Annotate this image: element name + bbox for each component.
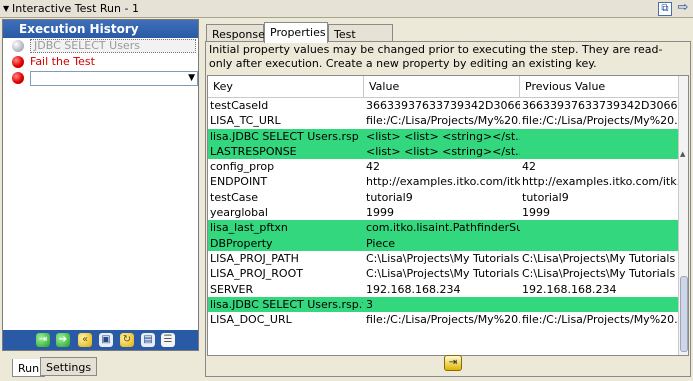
- status-grey-icon: [12, 40, 24, 52]
- properties-icon[interactable]: ☰: [161, 333, 175, 347]
- property-value-cell[interactable]: <list> <list> <string></st...: [364, 144, 520, 159]
- execution-history-header: Execution History: [3, 20, 198, 38]
- execute-arrow-icon[interactable]: ⇥: [444, 355, 462, 371]
- table-row[interactable]: yearglobal 1999 1999: [208, 205, 680, 220]
- table-row[interactable]: LISA_PROJ_ROOT C:\Lisa\Projects\My Tutori…: [208, 266, 680, 281]
- scrollbar-thumb[interactable]: [680, 276, 688, 352]
- tab-settings[interactable]: Settings: [40, 357, 98, 376]
- previous-value-cell[interactable]: C:\Lisa\Projects\My Tutorials: [520, 251, 680, 266]
- scroll-up-icon[interactable]: ▲: [680, 150, 685, 158]
- go-icon[interactable]: ➔: [56, 333, 70, 347]
- table-row[interactable]: ENDPOINT http://examples.itko.com/itk... h…: [208, 174, 680, 189]
- property-key-cell[interactable]: testCaseId: [208, 98, 363, 113]
- previous-value-cell[interactable]: 42: [520, 159, 680, 174]
- previous-value-cell[interactable]: [520, 236, 680, 251]
- property-value-cell[interactable]: 192.168.168.234: [364, 282, 520, 297]
- previous-value-cell[interactable]: file:/C:/Lisa/Projects/My%20...: [520, 113, 680, 128]
- property-value-cell[interactable]: com.itko.lisaint.PathfinderSu...: [364, 220, 520, 235]
- property-value-cell[interactable]: file:/C:/Lisa/Projects/My%20...: [364, 312, 520, 327]
- title-bar: ▼ Interactive Test Run - 1 ⧉ ⇨: [0, 0, 693, 18]
- step-label[interactable]: JDBC SELECT Users: [30, 39, 196, 53]
- properties-description: Initial property values may be changed p…: [209, 43, 663, 70]
- table-row[interactable]: testCaseId36633937633739342D30666...3663…: [208, 98, 680, 113]
- property-key-cell[interactable]: ENDPOINT: [208, 174, 363, 189]
- previous-value-cell[interactable]: [520, 297, 680, 312]
- previous-value-cell[interactable]: C:\Lisa\Projects\My Tutorials: [520, 266, 680, 281]
- property-value-cell[interactable]: tutorial9: [364, 190, 520, 205]
- previous-value-cell[interactable]: [520, 144, 680, 159]
- property-key-cell[interactable]: LISA_PROJ_PATH: [208, 251, 363, 266]
- property-key-cell[interactable]: lisa.JDBC SELECT Users.rsp: [208, 129, 363, 144]
- previous-value-cell[interactable]: 192.168.168.234: [520, 282, 680, 297]
- property-value-cell[interactable]: 3: [364, 297, 520, 312]
- vertical-scrollbar[interactable]: ▲: [678, 76, 688, 355]
- previous-value-cell[interactable]: 36633937633739342D30666...: [520, 98, 680, 113]
- property-key-cell[interactable]: LISA_TC_URL: [208, 113, 363, 128]
- property-value-cell[interactable]: C:\Lisa\Projects\My Tutorials: [364, 266, 520, 281]
- property-key-cell[interactable]: lisa.JDBC SELECT Users.rsp.t...: [208, 297, 363, 312]
- previous-value-cell[interactable]: [520, 129, 680, 144]
- table-row[interactable]: LISA_PROJ_PATH C:\Lisa\Projects\My Tutori…: [208, 251, 680, 266]
- property-value-cell[interactable]: file:/C:/Lisa/Projects/My%20...: [364, 113, 520, 128]
- property-key-cell[interactable]: config_prop: [208, 159, 363, 174]
- export-arrow-icon[interactable]: ⇨: [676, 1, 690, 16]
- table-header: Key Value Previous Value: [208, 76, 680, 98]
- property-key-cell[interactable]: DBProperty: [208, 236, 363, 251]
- properties-panel: Initial property values may be changed p…: [205, 41, 691, 377]
- property-key-cell[interactable]: testCase: [208, 190, 363, 205]
- table-row[interactable]: config_prop 42 42: [208, 159, 680, 174]
- status-red-icon: [12, 56, 24, 68]
- property-value-cell[interactable]: 36633937633739342D30666...: [364, 98, 520, 113]
- delete-icon[interactable]: ▤: [141, 333, 155, 347]
- property-key-cell[interactable]: LASTRESPONSE: [208, 144, 363, 159]
- history-step[interactable]: Fail the Test: [3, 54, 198, 70]
- table-row[interactable]: DBProperty Piece: [208, 235, 680, 251]
- table-row[interactable]: LISA_TC_URL file:/C:/Lisa/Projects/My%20.…: [208, 113, 680, 128]
- property-value-cell[interactable]: 42: [364, 159, 520, 174]
- next-step-row: ▼: [3, 70, 198, 86]
- rewind-icon[interactable]: «: [78, 333, 92, 347]
- execution-history-panel: Execution History JDBC SELECT Users Fail…: [2, 19, 199, 351]
- table-row[interactable]: testCase tutorial9 tutorial9: [208, 190, 680, 205]
- table-row[interactable]: lisa.JDBC SELECT Users.rsp <list> <list> …: [208, 128, 680, 144]
- property-value-cell[interactable]: <list> <list> <string></st...: [364, 129, 520, 144]
- previous-value-cell[interactable]: tutorial9: [520, 190, 680, 205]
- column-key[interactable]: Key: [208, 76, 364, 98]
- property-key-cell[interactable]: yearglobal: [208, 205, 363, 220]
- previous-value-cell[interactable]: file:/C:/Lisa/Projects/My%20...: [520, 312, 680, 327]
- chevron-down-icon[interactable]: ▼: [188, 73, 195, 83]
- column-value[interactable]: Value: [364, 76, 520, 98]
- previous-value-cell[interactable]: [520, 220, 680, 235]
- collapse-arrow-icon[interactable]: ▼: [3, 4, 9, 13]
- property-value-cell[interactable]: C:\Lisa\Projects\My Tutorials: [364, 251, 520, 266]
- step-label[interactable]: Fail the Test: [30, 55, 95, 68]
- previous-value-cell[interactable]: 1999: [520, 205, 680, 220]
- property-value-cell[interactable]: 1999: [364, 205, 520, 220]
- save-icon[interactable]: ▣: [99, 333, 113, 347]
- table-body: testCaseId36633937633739342D30666...3663…: [208, 98, 680, 327]
- properties-table: Key Value Previous Value testCaseId 36633…: [207, 75, 689, 356]
- refresh-icon[interactable]: ↻: [120, 333, 134, 347]
- table-row[interactable]: LASTRESPONSE <list> <list> <string></st..…: [208, 143, 680, 160]
- history-step[interactable]: JDBC SELECT Users: [3, 38, 198, 54]
- property-key-cell[interactable]: SERVER: [208, 282, 363, 297]
- restore-window-icon[interactable]: ⧉: [658, 2, 672, 16]
- status-red-icon: [12, 72, 24, 84]
- property-key-cell[interactable]: lisa_last_pftxn: [208, 220, 363, 235]
- previous-value-cell[interactable]: http://examples.itko.com/itk...: [520, 174, 680, 189]
- execute-step-icon[interactable]: ⇥: [36, 333, 50, 347]
- tab-properties[interactable]: Properties: [264, 22, 328, 43]
- property-value-cell[interactable]: http://examples.itko.com/itk...: [364, 174, 520, 189]
- table-row[interactable]: LISA_DOC_URL file:/C:/Lisa/Projects/My%20…: [208, 312, 680, 327]
- table-row[interactable]: lisa_last_pftxn com.itko.lisaint.Pathfind…: [208, 220, 680, 236]
- table-row[interactable]: SERVER 192.168.168.234 192.168.168.234: [208, 282, 680, 297]
- next-step-select[interactable]: ▼: [30, 71, 198, 86]
- table-row[interactable]: lisa.JDBC SELECT Users.rsp.t... 3: [208, 296, 680, 313]
- property-key-cell[interactable]: LISA_DOC_URL: [208, 312, 363, 327]
- property-value-cell[interactable]: Piece: [364, 236, 520, 251]
- window-title: Interactive Test Run - 1: [12, 2, 139, 15]
- property-key-cell[interactable]: LISA_PROJ_ROOT: [208, 266, 363, 281]
- column-previous-value[interactable]: Previous Value: [520, 76, 680, 98]
- history-toolbar: ⇥ ➔ « ▣ ↻ ▤ ☰: [3, 330, 198, 350]
